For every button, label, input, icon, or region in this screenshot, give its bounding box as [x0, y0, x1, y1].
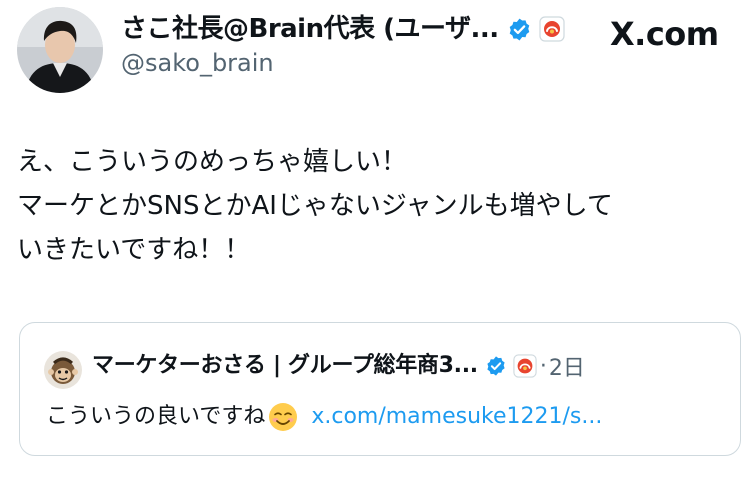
quoted-text: こういうの良いですね [46, 404, 266, 429]
author-handle[interactable]: @sako_brain [121, 48, 274, 78]
tweet-text-line: マーケとかSNSとかAIじゃないジャンルも増やして [17, 191, 613, 221]
separator-dot: · [539, 353, 547, 379]
verified-badge-icon [485, 355, 507, 377]
quoted-tweet-text: こういうの良いですね x.com/mamesuke1221/s... [46, 401, 602, 433]
tweet-text: え、こういうのめっちゃ嬉しい！ マーケとかSNSとかAIじゃないジャンルも増やし… [17, 140, 613, 272]
quoted-timestamp[interactable]: 2日 [549, 350, 585, 382]
tweet-text-line: え、こういうのめっちゃ嬉しい！ [17, 147, 408, 177]
affiliation-badge-icon[interactable] [513, 354, 537, 378]
author-display-name[interactable]: さこ社長@Brain代表 (ユーザ... [121, 12, 499, 46]
quoted-link[interactable]: x.com/mamesuke1221/s... [311, 401, 602, 433]
post-screenshot: さこ社長@Brain代表 (ユーザ... @sako_brain X.com え… [0, 0, 750, 480]
smiling-face-icon [267, 401, 299, 433]
verified-badge-icon [507, 17, 532, 42]
quoted-display-name[interactable]: マーケターおさる | グループ総年商3... [92, 351, 478, 381]
site-logo: X.com [610, 15, 719, 53]
quoted-tweet-card[interactable]: マーケターおさる | グループ総年商3... · 2日 こういうの良いですね x… [19, 322, 741, 456]
author-name-row: さこ社長@Brain代表 (ユーザ... [121, 12, 565, 46]
quoted-author-avatar[interactable] [44, 351, 82, 389]
author-avatar[interactable] [17, 7, 103, 93]
quoted-header: マーケターおさる | グループ総年商3... · 2日 [92, 350, 585, 382]
tweet-text-line: いきたいですね！！ [17, 235, 251, 265]
affiliation-badge-icon[interactable] [539, 16, 565, 42]
